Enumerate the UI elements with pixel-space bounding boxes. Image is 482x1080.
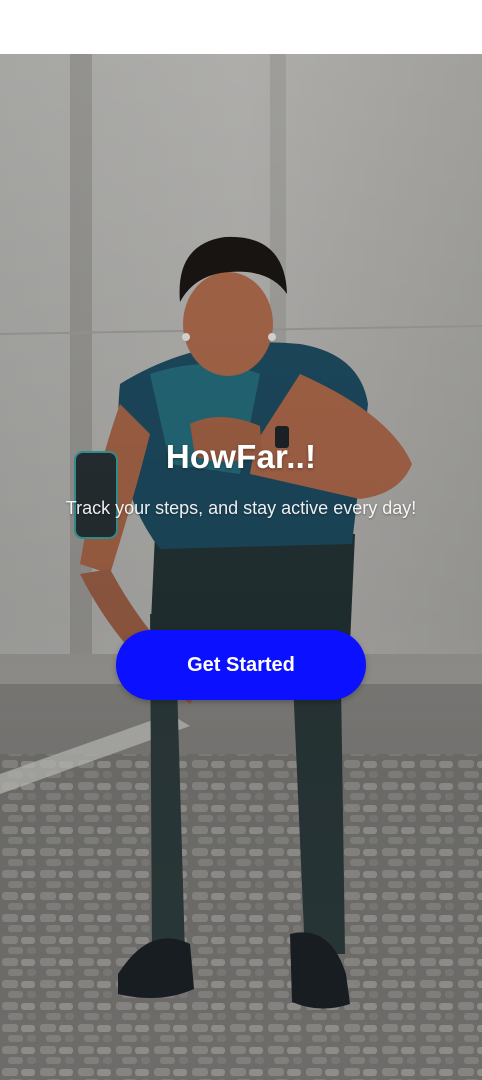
status-bar [0, 0, 482, 54]
hero-dark-overlay [0, 54, 482, 1080]
app-title: HowFar..! [165, 438, 317, 475]
onboarding-screen: HowFar..! Track your steps, and stay act… [0, 0, 482, 1080]
app-tagline: Track your steps, and stay active every … [65, 498, 417, 518]
hero-background-image [0, 54, 482, 1080]
get-started-button[interactable]: Get Started [116, 630, 366, 700]
